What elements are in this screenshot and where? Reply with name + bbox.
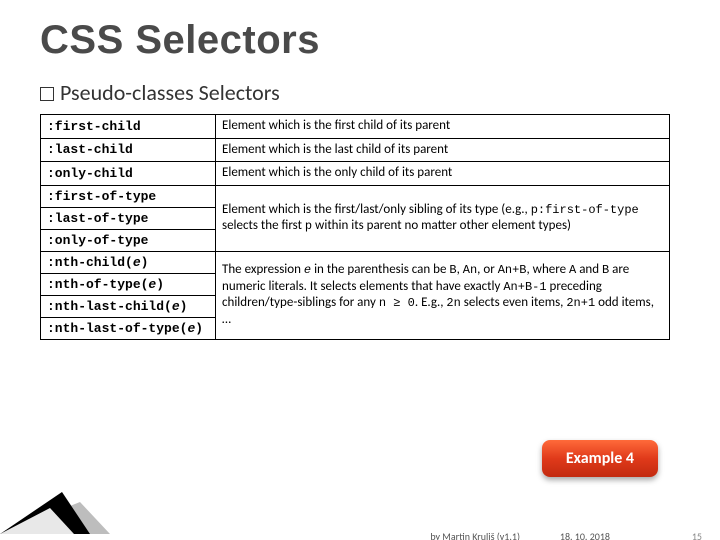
bullet-box bbox=[40, 87, 54, 101]
selector-cell: :nth-child(e) bbox=[41, 251, 216, 273]
footer-page-number: 15 bbox=[692, 530, 702, 540]
page-title: CSS Selectors bbox=[40, 18, 680, 63]
table-row: :last-childElement which is the last chi… bbox=[41, 138, 670, 162]
selector-cell: :first-child bbox=[41, 115, 216, 139]
selector-cell: :nth-last-child(e) bbox=[41, 295, 216, 317]
table-row: :nth-child(e)The expression e in the par… bbox=[41, 251, 670, 273]
footer-author: by Martin Kruliš (v1.1) bbox=[430, 530, 520, 540]
corner-decoration bbox=[0, 490, 110, 534]
subtitle: Pseudo-classes Selectors bbox=[40, 79, 680, 106]
description-cell-oftype: Element which is the first/last/only sib… bbox=[216, 185, 670, 251]
subtitle-main: Pseudo-classes bbox=[60, 79, 194, 106]
description-cell: Element which is the last child of its p… bbox=[216, 138, 670, 162]
footer-date: 18. 10. 2018 bbox=[560, 530, 610, 540]
selector-cell: :only-child bbox=[41, 162, 216, 186]
description-cell: Element which is the only child of its p… bbox=[216, 162, 670, 186]
selector-cell: :nth-last-of-type(e) bbox=[41, 317, 216, 339]
description-cell-nth: The expression e in the parenthesis can … bbox=[216, 251, 670, 339]
subtitle-tail: Selectors bbox=[194, 79, 280, 106]
table-row: :first-of-typeElement which is the first… bbox=[41, 185, 670, 207]
example-button[interactable]: Example 4 bbox=[542, 440, 658, 477]
selector-cell: :only-of-type bbox=[41, 229, 216, 251]
selector-cell: :last-child bbox=[41, 138, 216, 162]
table-row: :first-childElement which is the first c… bbox=[41, 115, 670, 139]
selector-cell: :nth-of-type(e) bbox=[41, 273, 216, 295]
table-row: :only-childElement which is the only chi… bbox=[41, 162, 670, 186]
description-cell: Element which is the first child of its … bbox=[216, 115, 670, 139]
selector-cell: :first-of-type bbox=[41, 185, 216, 207]
selector-cell: :last-of-type bbox=[41, 207, 216, 229]
selectors-table: :first-childElement which is the first c… bbox=[40, 114, 670, 340]
